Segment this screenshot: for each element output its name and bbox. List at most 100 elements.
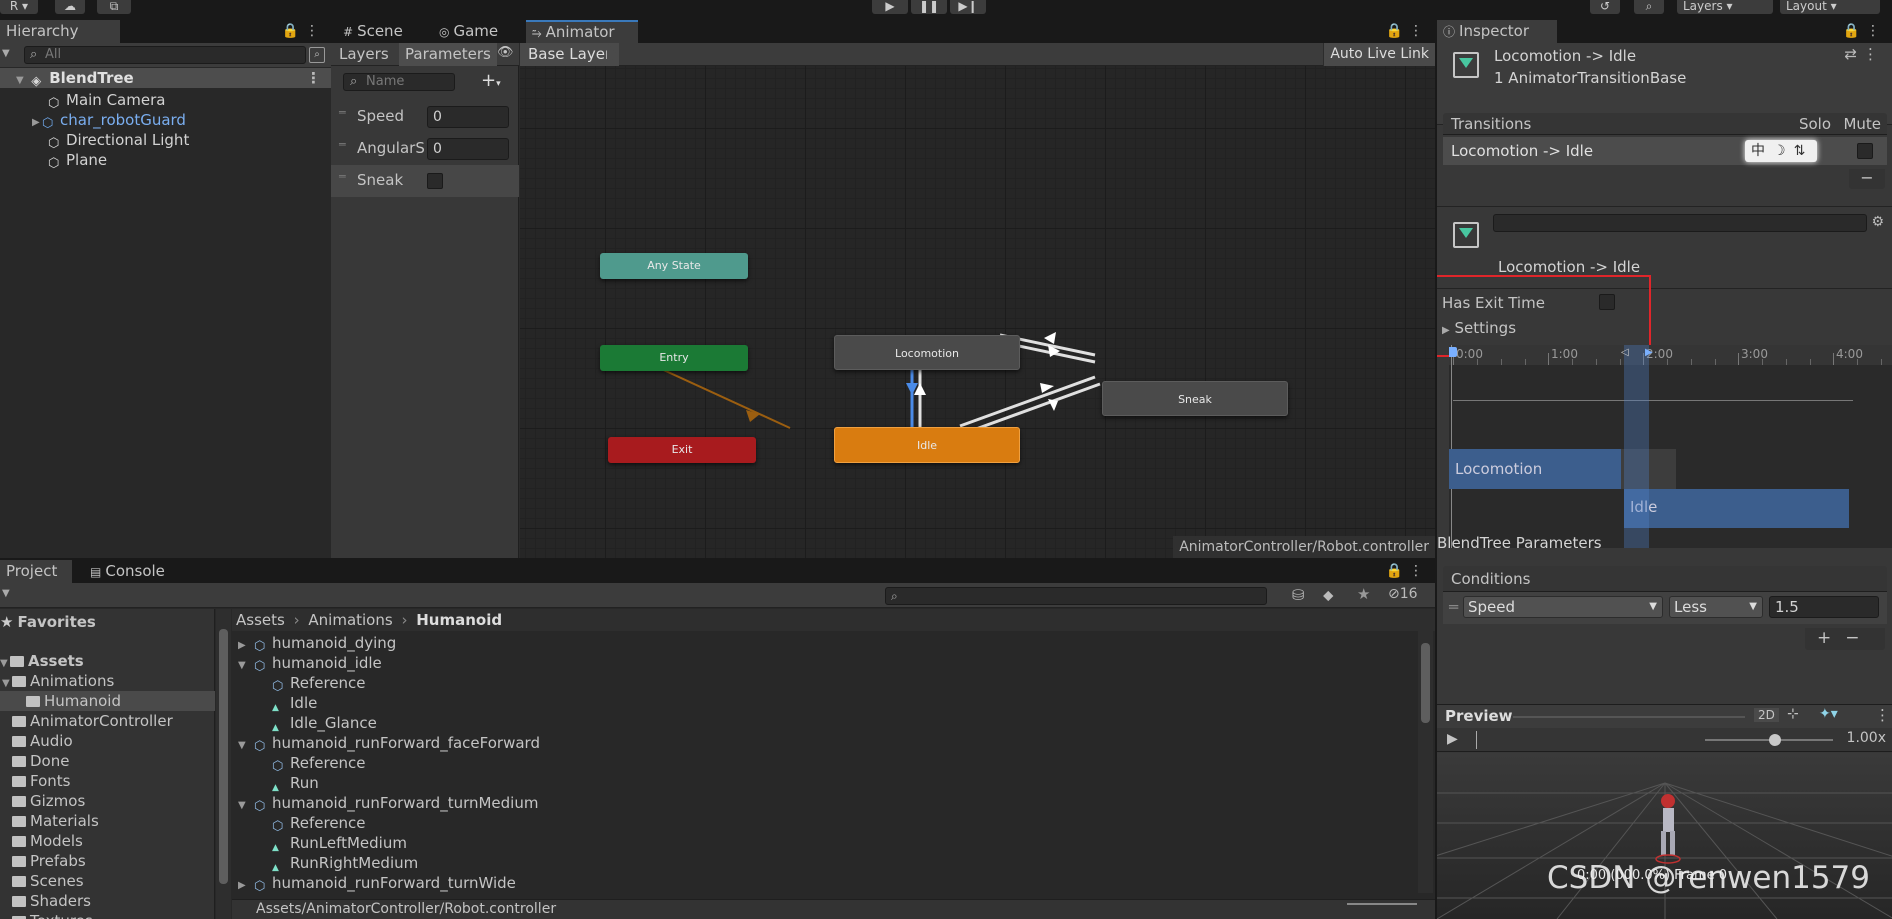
- transition-start-handle[interactable]: ◁: [1621, 347, 1629, 358]
- timeline-clip-locomotion[interactable]: Locomotion: [1449, 449, 1621, 489]
- assets-root[interactable]: ▼ Assets: [0, 651, 84, 671]
- add-parameter-button[interactable]: +▾: [481, 70, 501, 91]
- file-item[interactable]: ⬡ Reference: [232, 813, 1412, 834]
- panel-menu-icon[interactable]: 🔒⋮: [1386, 560, 1429, 583]
- file-item[interactable]: ▲ RunLeftMedium: [232, 833, 1412, 853]
- scrollbar-thumb[interactable]: [219, 629, 228, 884]
- parameter-value-field[interactable]: 0: [427, 106, 509, 128]
- hierarchy-item[interactable]: ⬡ Directional Light: [0, 130, 331, 151]
- breadcrumb-assets[interactable]: Assets: [236, 611, 285, 629]
- filter-type-icon[interactable]: ⛁: [1292, 586, 1305, 604]
- parameter-row[interactable]: ═ Sneak: [331, 165, 519, 197]
- file-item[interactable]: ▲ Idle_Glance: [232, 713, 1412, 733]
- step-button[interactable]: ▶❙: [950, 0, 986, 14]
- tree-scrollbar[interactable]: [216, 609, 231, 919]
- breadcrumb-humanoid[interactable]: Humanoid: [416, 611, 502, 629]
- transition-timeline[interactable]: 0:00 1:00 2:00 3:00 4:00 Locomotion Idle ◁ ▶: [1449, 345, 1892, 548]
- panel-menu-icon[interactable]: 🔒⋮: [1386, 20, 1429, 43]
- gear-icon[interactable]: ⚙: [1871, 214, 1884, 230]
- search-icon[interactable]: ⌕: [1634, 0, 1664, 14]
- tab-hierarchy[interactable]: Hierarchy: [0, 20, 120, 43]
- file-scrollbar[interactable]: [1418, 631, 1433, 893]
- tab-project[interactable]: Project: [0, 560, 72, 583]
- search-options-icon[interactable]: ⌕: [309, 47, 325, 63]
- header-menu-icon[interactable]: ⇄⋮: [1844, 45, 1884, 63]
- folder-item[interactable]: Shaders: [0, 891, 215, 911]
- file-item[interactable]: ▼ ⬡ humanoid_idle: [232, 653, 1412, 674]
- animator-graph[interactable]: Base Layer Auto Live Link Any State Entr…: [520, 43, 1435, 558]
- remove-condition-button[interactable]: −: [1845, 628, 1873, 648]
- transition-name-field[interactable]: [1493, 214, 1867, 232]
- drag-handle-icon[interactable]: ═: [339, 138, 346, 151]
- eye-icon[interactable]: 👁: [497, 45, 514, 60]
- node-sneak[interactable]: Sneak: [1102, 381, 1288, 416]
- cloud-icon[interactable]: ☁: [55, 0, 85, 14]
- scene-row[interactable]: ▼ ◈ BlendTree ⋮: [0, 68, 331, 89]
- folder-item[interactable]: Fonts: [0, 771, 215, 791]
- folder-item[interactable]: Textures: [0, 911, 215, 919]
- drag-handle-icon[interactable]: ═: [1449, 598, 1458, 616]
- account-dropdown[interactable]: R ▾: [0, 0, 38, 14]
- file-item[interactable]: ▶ ⬡ humanoid_dying: [232, 633, 1412, 654]
- condition-parameter-dropdown[interactable]: Speed ▼: [1463, 596, 1663, 618]
- preview-speed-knob[interactable]: [1769, 734, 1782, 746]
- playhead[interactable]: [1451, 345, 1452, 548]
- drag-handle-icon[interactable]: ═: [339, 170, 346, 183]
- parameter-row[interactable]: ═ AngularS 0: [331, 133, 519, 165]
- layout-dropdown[interactable]: Layout ▾: [1780, 0, 1880, 14]
- favorites-row[interactable]: ★ Favorites: [0, 612, 96, 632]
- favorite-star-icon[interactable]: ★: [1357, 585, 1370, 603]
- condition-row[interactable]: ═ Speed ▼ Less ▼ 1.5: [1443, 592, 1887, 624]
- icon-size-slider[interactable]: [1347, 903, 1417, 905]
- folder-item[interactable]: Humanoid: [0, 691, 215, 711]
- drag-handle-icon[interactable]: ═: [339, 106, 346, 119]
- parameter-bool-checkbox[interactable]: [427, 173, 443, 189]
- folder-item[interactable]: Done: [0, 751, 215, 771]
- mute-checkbox[interactable]: [1857, 143, 1873, 159]
- hierarchy-item[interactable]: ▶ ⬡ char_robotGuard: [0, 110, 331, 131]
- tab-scene[interactable]: # Scene: [337, 20, 409, 43]
- folder-item[interactable]: AnimatorController: [0, 711, 215, 731]
- label-icon[interactable]: ⬥: [1323, 586, 1334, 604]
- scrollbar-thumb[interactable]: [1421, 643, 1430, 723]
- expand-icon[interactable]: ▶: [238, 876, 248, 896]
- collab-icon[interactable]: ⧉: [97, 0, 131, 14]
- play-button[interactable]: ▶: [872, 0, 908, 14]
- project-search-input[interactable]: ⌕: [885, 587, 1267, 605]
- tab-inspector[interactable]: ⓘ Inspector: [1437, 20, 1557, 43]
- add-condition-button[interactable]: +: [1817, 628, 1845, 648]
- idle-to-sneak-transition[interactable]: [959, 375, 1096, 428]
- panel-menu-icon[interactable]: 🔒⋮: [1843, 20, 1886, 43]
- tab-animator[interactable]: ⥲ Animator: [526, 20, 638, 43]
- scene-menu-icon[interactable]: ⋮: [306, 68, 321, 88]
- avatar-icon[interactable]: ✦▾: [1819, 706, 1838, 722]
- folder-item[interactable]: Gizmos: [0, 791, 215, 811]
- breadcrumb-animations[interactable]: Animations: [308, 611, 392, 629]
- layers-dropdown[interactable]: Layers ▾: [1677, 0, 1773, 14]
- hidden-packages-toggle[interactable]: ⊘16: [1388, 586, 1418, 602]
- condition-value-field[interactable]: 1.5: [1769, 596, 1879, 618]
- file-item[interactable]: ▲ RunRightMedium: [232, 853, 1412, 873]
- hierarchy-item[interactable]: ⬡ Main Camera: [0, 90, 331, 111]
- pivot-icon[interactable]: ⊹: [1787, 706, 1799, 722]
- preview-2d-toggle[interactable]: 2D: [1754, 708, 1779, 722]
- parameter-row[interactable]: ═ Speed 0: [331, 101, 519, 133]
- file-item[interactable]: ▶ ⬡ humanoid_runForward_turnWide: [232, 873, 1412, 896]
- preview-play-button[interactable]: ▶: [1447, 731, 1458, 747]
- file-item[interactable]: ▼ ⬡ humanoid_runForward_faceForward: [232, 733, 1412, 754]
- file-item[interactable]: ⬡ Reference: [232, 673, 1412, 694]
- folder-item[interactable]: Materials: [0, 811, 215, 831]
- folder-item[interactable]: Scenes: [0, 871, 215, 891]
- preview-menu-icon[interactable]: ⋮: [1875, 706, 1890, 724]
- playhead-handle[interactable]: [1449, 347, 1457, 357]
- history-icon[interactable]: ↺: [1590, 0, 1620, 14]
- folder-item[interactable]: ▼ Animations: [0, 671, 215, 691]
- tab-console[interactable]: ▤ Console: [84, 560, 171, 583]
- hierarchy-item[interactable]: ⬡ Plane: [0, 150, 331, 171]
- file-item[interactable]: ▲ Run: [232, 773, 1412, 793]
- folder-item[interactable]: Prefabs: [0, 851, 215, 871]
- node-locomotion[interactable]: Locomotion: [834, 335, 1020, 370]
- create-dropdown-icon[interactable]: ▼: [2, 48, 10, 59]
- folder-item[interactable]: Audio: [0, 731, 215, 751]
- tab-parameters[interactable]: Parameters: [399, 43, 497, 66]
